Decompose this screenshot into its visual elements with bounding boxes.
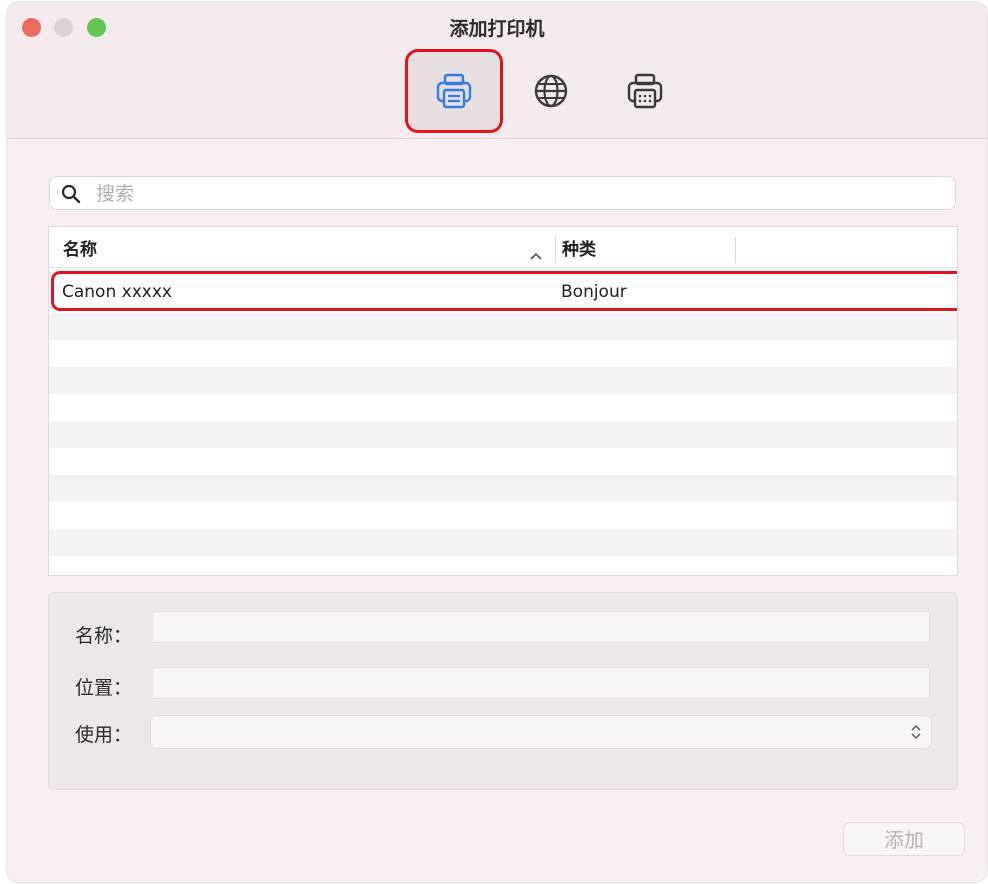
printer-name-cell: Canon xxxxx <box>62 282 172 302</box>
empty-row <box>49 556 957 575</box>
empty-row <box>49 421 957 448</box>
name-label: 名称： <box>75 625 133 647</box>
chevron-up-down-icon <box>910 722 922 746</box>
add-button[interactable]: 添加 <box>843 822 965 856</box>
empty-row <box>49 313 957 340</box>
toolbar-ip-button[interactable] <box>505 52 597 130</box>
location-label: 位置： <box>75 677 133 699</box>
use-driver-select[interactable] <box>150 715 932 749</box>
ip-globe-icon <box>532 72 570 110</box>
column-divider[interactable] <box>555 237 556 263</box>
printer-kind-cell: Bonjour <box>561 282 627 302</box>
name-field[interactable] <box>152 611 930 643</box>
sort-ascending-icon <box>530 245 542 264</box>
empty-row <box>49 367 957 394</box>
default-printer-icon <box>434 71 474 111</box>
search-field[interactable] <box>49 176 956 210</box>
column-header-name[interactable]: 名称 <box>63 227 543 267</box>
empty-row <box>49 502 957 529</box>
table-row[interactable]: Canon xxxxx Bonjour <box>49 275 957 313</box>
toolbar-default-button[interactable] <box>408 52 500 130</box>
column-header-kind[interactable]: 种类 <box>562 227 596 267</box>
empty-row <box>49 340 957 367</box>
column-divider[interactable] <box>735 237 736 263</box>
empty-row <box>49 475 957 502</box>
add-printer-window: 添加打印机 搜索 名称 种类 Canon xxxxx Bonjour 名称： 位… <box>7 2 987 882</box>
title-bar: 添加打印机 <box>7 2 987 139</box>
use-label: 使用： <box>75 724 133 746</box>
search-icon <box>61 184 81 208</box>
printer-details-panel: 名称： 位置： 使用： <box>48 592 958 790</box>
table-header: 名称 种类 <box>49 227 957 268</box>
printer-list-table: 名称 种类 Canon xxxxx Bonjour <box>48 226 958 576</box>
empty-row <box>49 529 957 556</box>
window-title: 添加打印机 <box>449 18 545 40</box>
toolbar-windows-button[interactable] <box>599 52 691 130</box>
empty-row <box>49 448 957 475</box>
empty-row <box>49 394 957 421</box>
search-input[interactable] <box>94 180 938 208</box>
windows-printer-icon <box>625 71 665 111</box>
location-field[interactable] <box>152 667 930 699</box>
